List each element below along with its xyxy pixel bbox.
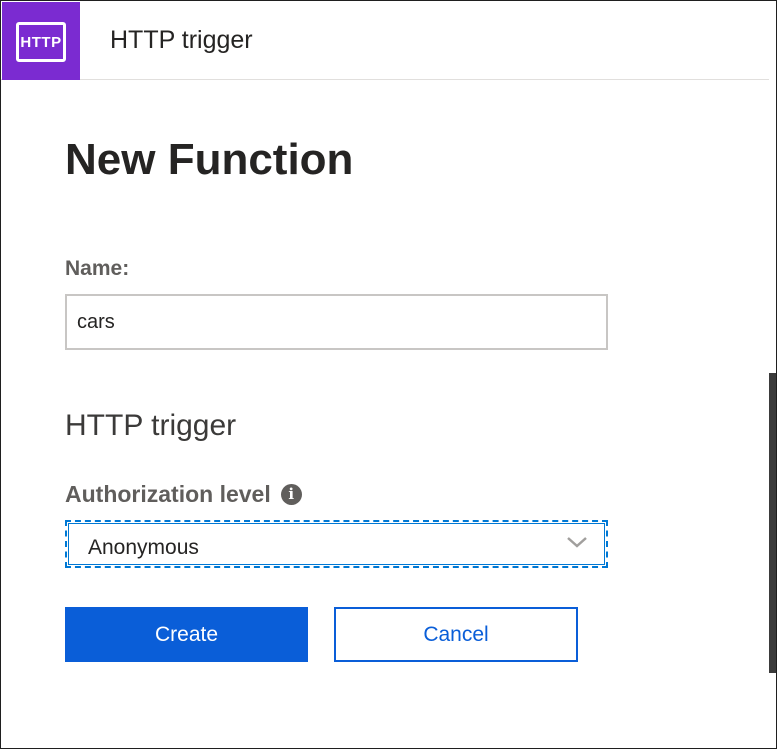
authorization-level-select[interactable]: Anonymous	[65, 520, 608, 568]
info-icon[interactable]: i	[280, 484, 302, 505]
page-title: New Function	[65, 135, 354, 184]
authorization-level-text: Authorization level	[65, 481, 271, 507]
cancel-button[interactable]: Cancel	[334, 607, 578, 662]
panel-header: HTTP HTTP trigger	[1, 1, 776, 80]
section-heading: HTTP trigger	[65, 409, 237, 442]
chevron-down-icon[interactable]	[566, 535, 588, 554]
scrollbar-thumb[interactable]	[769, 373, 776, 673]
name-label: Name:	[65, 257, 130, 280]
authorization-level-label: Authorization level i	[65, 481, 302, 508]
logo-text: HTTP	[20, 33, 62, 51]
name-input[interactable]	[65, 294, 608, 350]
http-trigger-logo: HTTP	[2, 2, 80, 80]
create-button[interactable]: Create	[65, 607, 308, 662]
http-logo-icon: HTTP	[16, 22, 66, 62]
select-value: Anonymous	[88, 536, 199, 559]
header-title: HTTP trigger	[110, 26, 253, 54]
scrollbar[interactable]	[769, 1, 776, 748]
dialog-panel: HTTP HTTP trigger New Function Name: HTT…	[0, 0, 777, 749]
